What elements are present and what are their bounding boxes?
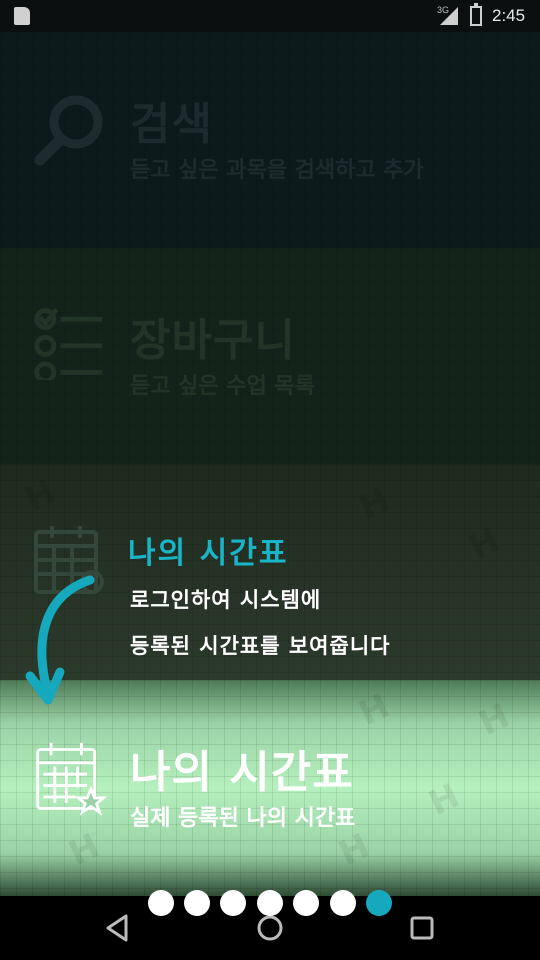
tutorial-line-2: 등록된 시간표를 보여줍니다 [130,634,391,658]
battery-icon [470,3,482,26]
page-dot[interactable] [220,890,246,916]
page-dot[interactable] [184,890,210,916]
menu-item-subtitle: 듣고 싶은 과목을 검색하고 추가 [130,158,424,183]
page-dot[interactable] [293,890,319,916]
tutorial-title: 나의 시간표 [128,536,289,571]
status-bar: 3G 2:45 [0,0,540,32]
menu-item-title: 장바구니 [130,315,296,366]
menu-item-subtitle: 듣고 싶은 수업 목록 [130,374,315,399]
page-dot[interactable] [257,890,283,916]
page-dot[interactable] [330,890,356,916]
menu-item-basket[interactable]: 장바구니 듣고 싶은 수업 목록 [0,248,540,464]
page-dot[interactable] [148,890,174,916]
menu-item-title: 검색 [130,99,213,150]
tutorial-line-1: 로그인하여 시스템에 [130,588,322,612]
sd-card-icon [14,7,30,25]
checklist-icon [34,308,103,380]
calendar-star-icon [36,742,108,816]
page-dot-active[interactable] [366,890,392,916]
page-indicator [0,888,540,918]
curved-arrow-icon [25,575,95,705]
status-time: 2:45 [492,6,526,25]
menu-item-search[interactable]: 검색 듣고 싶은 과목을 검색하고 추가 [0,32,540,248]
search-icon [34,95,103,166]
menu-item-title: 나의 시간표 [130,747,354,798]
signal-icon [440,7,458,25]
menu-item-subtitle: 실제 등록된 나의 시간표 [130,806,356,831]
